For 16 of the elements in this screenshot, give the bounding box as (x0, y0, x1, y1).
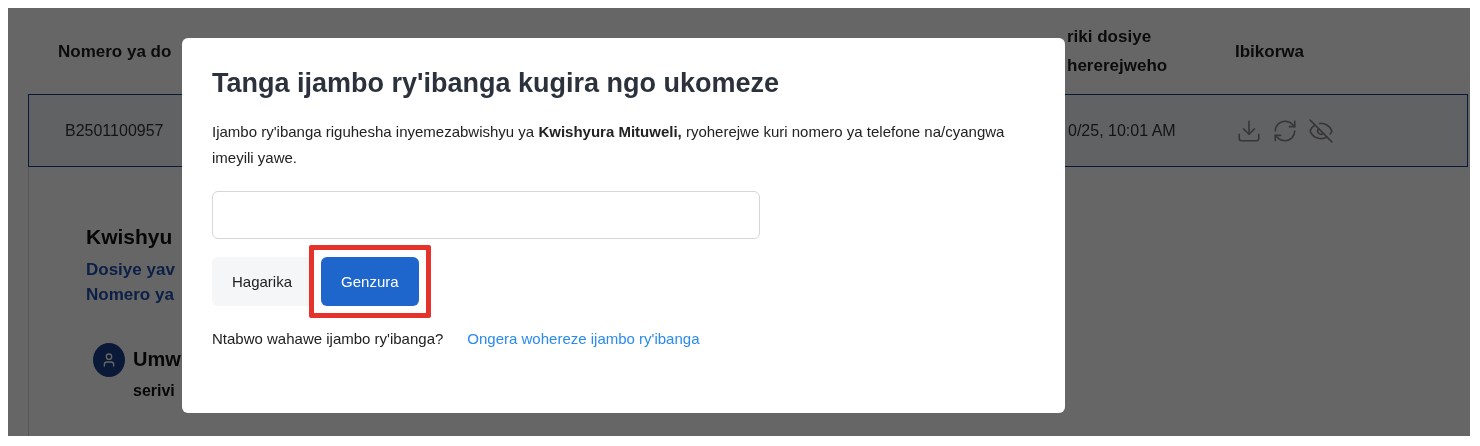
avatar-icon (93, 343, 125, 377)
eye-off-icon[interactable] (1308, 117, 1334, 144)
column-header: Nomero ya do (58, 40, 172, 63)
refresh-icon[interactable] (1272, 117, 1298, 144)
footer-prompt: Ntabwo wahawe ijambo ry'ibanga? (212, 330, 444, 347)
table-cell: B2501100957 (65, 121, 164, 140)
resend-link[interactable]: Ongera wohereze ijambo ry'ibanga (467, 330, 700, 347)
column-header: Ibikorwa (1235, 40, 1305, 63)
modal-title: Tanga ijambo ry'ibanga kugira ngo ukomeze (212, 68, 781, 99)
person-label: Umw serivi (133, 347, 181, 401)
confirm-button[interactable]: Genzura (321, 257, 419, 306)
input-field[interactable] (212, 191, 760, 239)
table-cell: 0/25, 10:01 AM (1068, 121, 1176, 140)
modal-message: Ijambo ry'ibanga riguhesha inyemezabwishyu ya Kwishyura Mituweli, ryoherejwe kuri nomero ya telefone na/cyangwa imeyili yawe. (212, 122, 1006, 168)
column-header: riki dosiye hererejweho (1067, 26, 1169, 77)
section-title: Kwishyu (86, 225, 174, 249)
